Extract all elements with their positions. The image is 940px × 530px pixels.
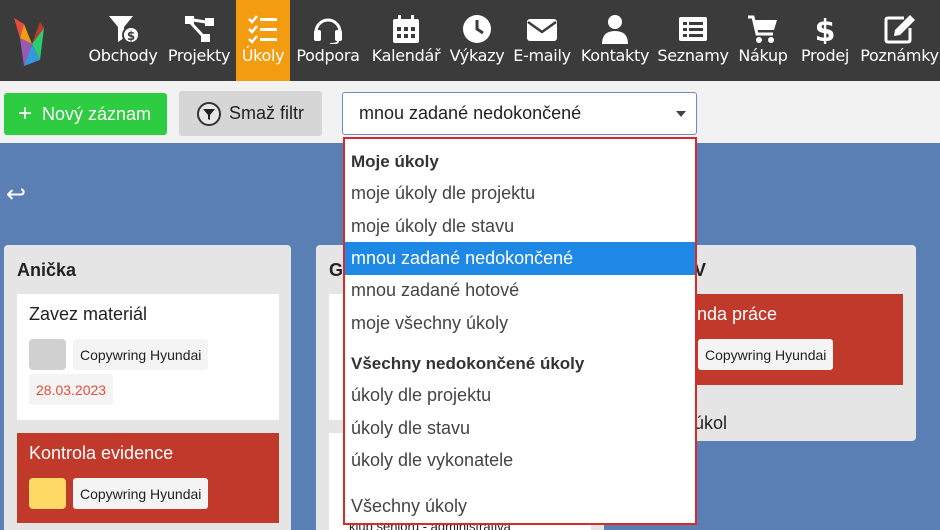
cart-icon (748, 15, 777, 43)
column-title: G (329, 260, 344, 280)
tasks-icon (248, 15, 277, 44)
nav-item-emaily[interactable]: E-maily (511, 0, 573, 81)
task-card[interactable]: Zavez materiál Copywring Hyundai 28.03.2… (17, 294, 279, 420)
nav-item-kontakty[interactable]: Kontakty (578, 0, 652, 81)
nav-label: E-maily (513, 46, 571, 65)
avatar (29, 478, 66, 509)
dropdown-group-label: Všechny nedokončené úkoly (351, 354, 585, 373)
filter-dropdown-menu: Moje úkoly moje úkoly dle projektu moje … (343, 137, 697, 525)
nav-label: Obchody (88, 46, 158, 65)
svg-text:$: $ (815, 14, 836, 44)
project-tag[interactable]: Copywring Hyundai (73, 339, 209, 370)
nav-item-podpora[interactable]: Podpora (293, 0, 363, 81)
nav-label: Nákup (738, 46, 788, 65)
user-icon (602, 15, 628, 44)
svg-text:$: $ (127, 29, 135, 43)
dropdown-item[interactable]: moje úkoly dle stavu (345, 210, 695, 243)
dropdown-group-label: Moje úkoly (351, 152, 439, 171)
toolbar: + Nový záznam Smaž filtr mnou zadané ned… (0, 81, 940, 143)
nav-label: Kalendář (371, 46, 441, 65)
avatar (29, 339, 66, 370)
dropdown-item[interactable]: moje úkoly dle projektu (345, 177, 695, 210)
dropdown-item[interactable]: úkoly dle vykonatele (345, 444, 695, 477)
nav-item-projekty[interactable]: Projekty (166, 0, 232, 81)
dropdown-item-selected[interactable]: mnou zadané nedokončené (345, 242, 695, 275)
card-title: nda práce (697, 304, 778, 324)
nav-item-ukoly[interactable]: Úkoly (236, 0, 290, 81)
task-card[interactable]: Kontrola evidence Copywring Hyundai (17, 433, 279, 523)
nav-item-poznamky[interactable]: Poznámky (859, 0, 940, 81)
clear-filter-button[interactable]: Smaž filtr (179, 91, 322, 136)
filter-clear-icon (197, 101, 221, 126)
dropdown-item[interactable]: úkoly dle projektu (345, 379, 695, 412)
filter-select[interactable]: mnou zadané nedokončené (342, 92, 697, 135)
card-title: Kontrola evidence (29, 443, 174, 463)
nav-label: Úkoly (241, 46, 285, 65)
nav-item-obchody[interactable]: $ Obchody (87, 0, 159, 81)
nav-item-vykazy[interactable]: Výkazy (448, 0, 506, 81)
chevron-down-icon (676, 111, 686, 117)
nav-label: Projekty (167, 46, 231, 65)
card-title: Zavez materiál (29, 304, 148, 324)
nav-label: Kontakty (580, 46, 650, 65)
dollar-icon: $ (815, 14, 836, 44)
dropdown-item[interactable]: moje všechny úkoly (345, 307, 695, 340)
project-tag[interactable]: Copywring Hyundai (73, 478, 209, 509)
nav-item-nakup[interactable]: Nákup (735, 0, 791, 81)
list-icon (679, 17, 707, 41)
filter-select-value: mnou zadané nedokončené (359, 103, 582, 123)
dropdown-item[interactable]: úkoly dle stavu (345, 412, 695, 445)
nav-item-prodej[interactable]: $ Prodej (797, 0, 853, 81)
sitemap-icon (185, 16, 214, 42)
money-filter-icon: $ (109, 16, 139, 44)
back-arrow-icon[interactable]: ↩ (6, 180, 26, 209)
clear-filter-label: Smaž filtr (229, 103, 305, 123)
plus-icon: + (18, 100, 33, 127)
calendar-icon (393, 15, 419, 43)
envelope-icon (527, 19, 557, 41)
new-record-button[interactable]: + Nový záznam (4, 93, 167, 135)
nav-label: Seznamy (657, 46, 729, 65)
project-tag[interactable]: Copywring Hyundai (698, 339, 834, 370)
nav-label: Podpora (296, 46, 360, 65)
nav-item-seznamy[interactable]: Seznamy (657, 0, 729, 81)
nav-label: Výkazy (449, 46, 505, 65)
headset-icon (314, 18, 342, 44)
app-logo-icon[interactable] (10, 10, 52, 70)
dropdown-item[interactable]: Všechny úkoly (345, 490, 695, 523)
board-column-anicka: Anička Zavez materiál Copywring Hyundai … (4, 245, 291, 530)
clock-icon (463, 15, 491, 43)
nav-item-kalendar[interactable]: Kalendář (368, 0, 444, 81)
nav-label: Prodej (800, 46, 850, 65)
nav-label: Poznámky (860, 46, 939, 65)
due-date-badge: 28.03.2023 (29, 374, 114, 405)
column-title: Anička (17, 260, 77, 280)
edit-icon (884, 15, 915, 44)
new-record-label: Nový záznam (42, 103, 152, 124)
dropdown-item[interactable]: mnou zadané hotové (345, 274, 695, 307)
card-title[interactable]: úkol (694, 413, 727, 434)
top-navigation: $ Obchody Projekty Úkoly Podpora Kalendá… (0, 0, 940, 81)
